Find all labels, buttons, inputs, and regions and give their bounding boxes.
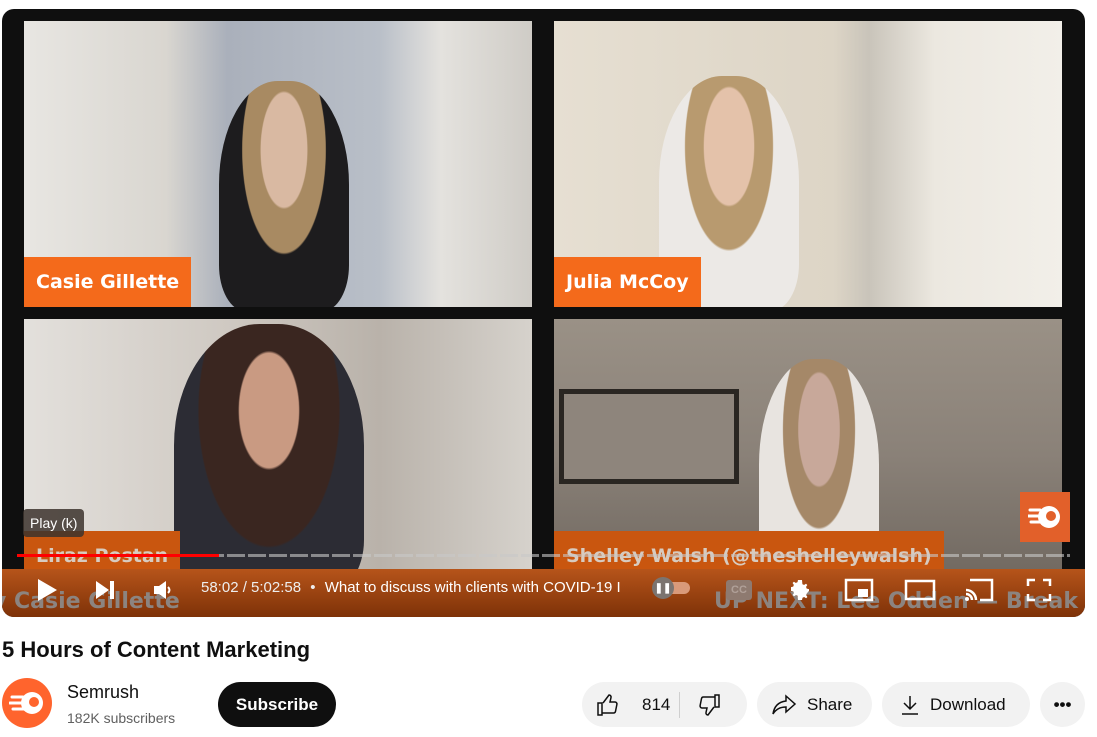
time-display: 58:02 / 5:02:58 • What to discuss with c… <box>201 579 621 596</box>
participant-name-tag: Casie Gillette <box>24 257 192 307</box>
miniplayer-icon <box>844 578 874 602</box>
settings-button[interactable] <box>785 577 815 603</box>
participant-tile-3: Liraz Postan <box>24 319 532 591</box>
semrush-logo-icon <box>9 692 43 714</box>
thumbs-down-icon <box>698 693 720 716</box>
more-icon: ••• <box>1053 694 1072 714</box>
semrush-watermark-icon <box>1020 492 1070 542</box>
volume-icon <box>154 581 171 599</box>
chapter-title[interactable]: What to discuss with clients with COVID-… <box>325 579 621 596</box>
like-count: 814 <box>642 694 671 714</box>
video-title: 5 Hours of Content Marketing <box>2 637 311 662</box>
cast-icon <box>965 578 994 602</box>
participant-tile-4: Shelley Walsh (@theshelleywalsh) <box>554 319 1062 591</box>
cast-button[interactable] <box>962 577 996 603</box>
participant-tile-2: Julia McCoy <box>554 21 1062 307</box>
like-dislike-group: 814 <box>582 682 747 727</box>
captions-button[interactable]: CC <box>724 577 754 603</box>
theater-mode-button[interactable] <box>902 577 938 603</box>
miniplayer-button[interactable] <box>842 577 876 603</box>
progress-fill <box>17 554 220 557</box>
like-button[interactable]: 814 <box>582 682 679 727</box>
play-tooltip: Play (k) <box>23 509 85 537</box>
more-actions-button[interactable]: ••• <box>1040 682 1085 727</box>
pause-icon: ❚❚ <box>652 577 674 599</box>
thumbs-up-icon <box>597 693 618 716</box>
share-button[interactable]: Share <box>757 682 872 727</box>
fullscreen-icon <box>1026 578 1052 602</box>
participant-video <box>174 324 364 591</box>
subscribe-button[interactable]: Subscribe <box>218 682 336 727</box>
next-icon <box>96 581 114 599</box>
theater-icon <box>904 579 936 601</box>
play-icon <box>38 579 57 601</box>
gear-icon <box>791 580 809 600</box>
download-label: Download <box>930 694 1006 714</box>
participant-video <box>219 81 349 307</box>
download-icon <box>902 695 918 715</box>
share-icon <box>772 693 797 714</box>
background-mirror <box>559 389 739 484</box>
fullscreen-button[interactable] <box>1024 577 1054 603</box>
progress-bar[interactable] <box>17 554 1070 557</box>
separator: • <box>310 579 316 596</box>
next-button[interactable] <box>90 577 120 603</box>
participant-name-tag: Julia McCoy <box>554 257 701 307</box>
channel-name[interactable]: Semrush <box>67 682 139 703</box>
download-button[interactable]: Download <box>882 682 1030 727</box>
participant-tile-1: Casie Gillette <box>24 21 532 307</box>
dislike-button[interactable] <box>680 682 747 727</box>
autoplay-toggle[interactable]: ❚❚ <box>652 577 692 599</box>
share-label: Share <box>807 694 853 714</box>
video-player[interactable]: Casie Gillette Julia McCoy Liraz Postan … <box>2 9 1085 617</box>
captions-icon: CC <box>726 580 752 600</box>
subscriber-count: 182K subscribers <box>67 710 176 726</box>
play-button[interactable] <box>32 577 62 603</box>
volume-button[interactable] <box>147 577 177 603</box>
channel-avatar[interactable] <box>2 678 52 728</box>
current-time: 58:02 / 5:02:58 <box>201 579 302 596</box>
